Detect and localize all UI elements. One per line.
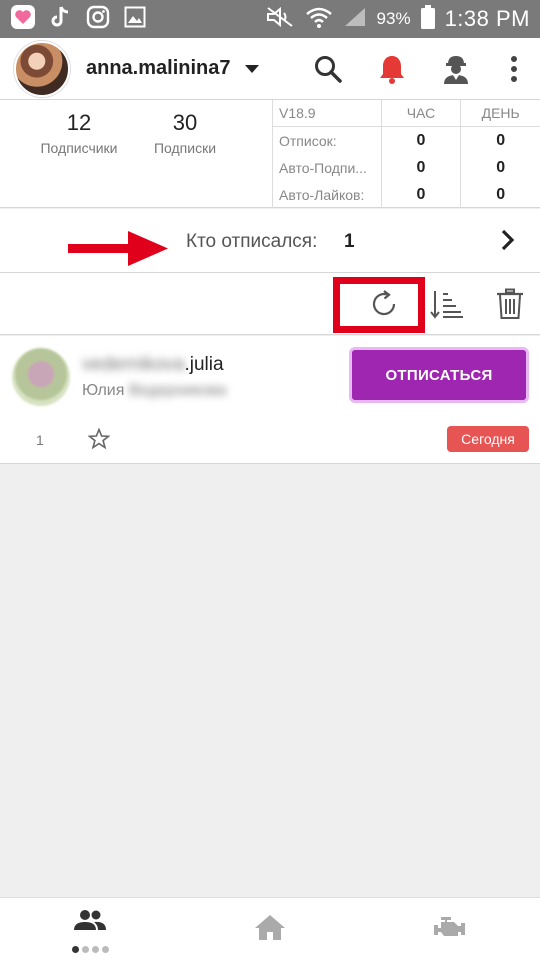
user-handle-suffix: .julia: [184, 354, 224, 375]
row-hour-value: 0: [380, 154, 461, 181]
mute-icon: [265, 6, 295, 33]
nav-users[interactable]: [0, 898, 180, 961]
user-full-name: Юлия Ведерникова: [82, 382, 226, 400]
list-toolbar: [0, 273, 540, 335]
clock: 1:38 PM: [444, 6, 530, 31]
unsubscribe-button[interactable]: ОТПИСАТЬСЯ: [349, 347, 529, 403]
activity-table: V18.9 ЧАС ДЕНЬ Отписок: 0 0 Авто-Подпи..…: [272, 99, 540, 208]
bell-icon[interactable]: [360, 38, 424, 100]
worker-icon[interactable]: [424, 38, 488, 100]
gallery-icon: [124, 6, 146, 33]
star-icon[interactable]: [87, 427, 111, 455]
nav-engine[interactable]: [360, 898, 540, 961]
battery-percent: 93%: [376, 9, 411, 28]
activity-table-header: V18.9 ЧАС ДЕНЬ: [273, 99, 540, 127]
row-hour-value: 0: [380, 181, 461, 208]
signal-icon: [343, 6, 367, 33]
who-unsubscribed-row[interactable]: Кто отписался: 1: [0, 209, 540, 273]
who-unsubscribed-label: Кто отписался:: [186, 231, 318, 252]
user-handle[interactable]: vedernikova.julia: [82, 354, 224, 376]
battery-icon: [420, 4, 435, 34]
search-icon[interactable]: [296, 38, 360, 100]
sort-icon[interactable]: [420, 279, 474, 329]
row-day-value: 0: [460, 154, 540, 181]
row-day-value: 0: [460, 181, 540, 208]
followers-counter[interactable]: 12 Подписчики: [24, 110, 134, 156]
row-label: Авто-Лайков:: [279, 186, 365, 203]
wifi-icon: [305, 5, 333, 34]
account-avatar[interactable]: [14, 40, 70, 97]
page-dot: [81, 946, 89, 953]
following-counter[interactable]: 30 Подписки: [130, 110, 240, 156]
user-last-name-hidden: Ведерникова: [128, 382, 227, 399]
red-arrow-annotation-icon: [68, 229, 170, 274]
following-count: 30: [172, 110, 198, 135]
status-bar: 93% 1:38 PM: [0, 0, 540, 38]
date-badge: Сегодня: [447, 426, 529, 452]
item-index: 1: [36, 432, 44, 448]
following-label: Подписки: [153, 140, 217, 156]
column-hour: ЧАС: [380, 99, 461, 127]
trash-icon[interactable]: [483, 279, 537, 329]
chevron-right-icon[interactable]: [500, 229, 516, 256]
table-row: Авто-Подпи... 0 0: [273, 154, 540, 181]
stats-panel: 12 Подписчики 30 Подписки V18.9 ЧАС ДЕНЬ…: [0, 99, 540, 208]
instagram-icon: [86, 5, 110, 34]
app-version: V18.9: [279, 105, 316, 121]
account-username[interactable]: anna.malinina7: [86, 57, 231, 80]
engine-icon: [432, 914, 468, 945]
user-first-name: Юлия: [82, 382, 125, 399]
page-dot: [71, 946, 79, 953]
table-row: Авто-Лайков: 0 0: [273, 181, 540, 208]
user-avatar[interactable]: [12, 348, 70, 406]
followers-count: 12: [66, 110, 92, 135]
page-dot: [101, 946, 109, 953]
tiktok-icon: [50, 5, 72, 34]
followers-label: Подписчики: [40, 140, 118, 156]
page-indicator: [71, 946, 109, 953]
more-vert-icon[interactable]: [488, 38, 540, 100]
user-handle-hidden: vedernikova: [82, 354, 185, 375]
nav-home[interactable]: [180, 898, 360, 961]
who-unsubscribed-count: 1: [344, 231, 355, 252]
table-row: Отписок: 0 0: [273, 127, 540, 154]
row-label: Отписок:: [279, 132, 337, 149]
row-label: Авто-Подпи...: [279, 159, 367, 176]
list-item[interactable]: vedernikova.julia Юлия Ведерникова ОТПИС…: [0, 336, 540, 464]
refresh-icon[interactable]: [357, 279, 411, 329]
home-icon: [254, 913, 286, 946]
row-day-value: 0: [460, 127, 540, 154]
row-hour-value: 0: [380, 127, 461, 154]
column-day: ДЕНЬ: [460, 99, 540, 127]
app-heart-icon: [10, 4, 36, 35]
page-dot: [91, 946, 99, 953]
bottom-navigation: [0, 897, 540, 961]
chevron-down-icon[interactable]: [244, 64, 259, 73]
app-header: anna.malinina7: [0, 38, 540, 100]
people-icon: [73, 908, 107, 937]
